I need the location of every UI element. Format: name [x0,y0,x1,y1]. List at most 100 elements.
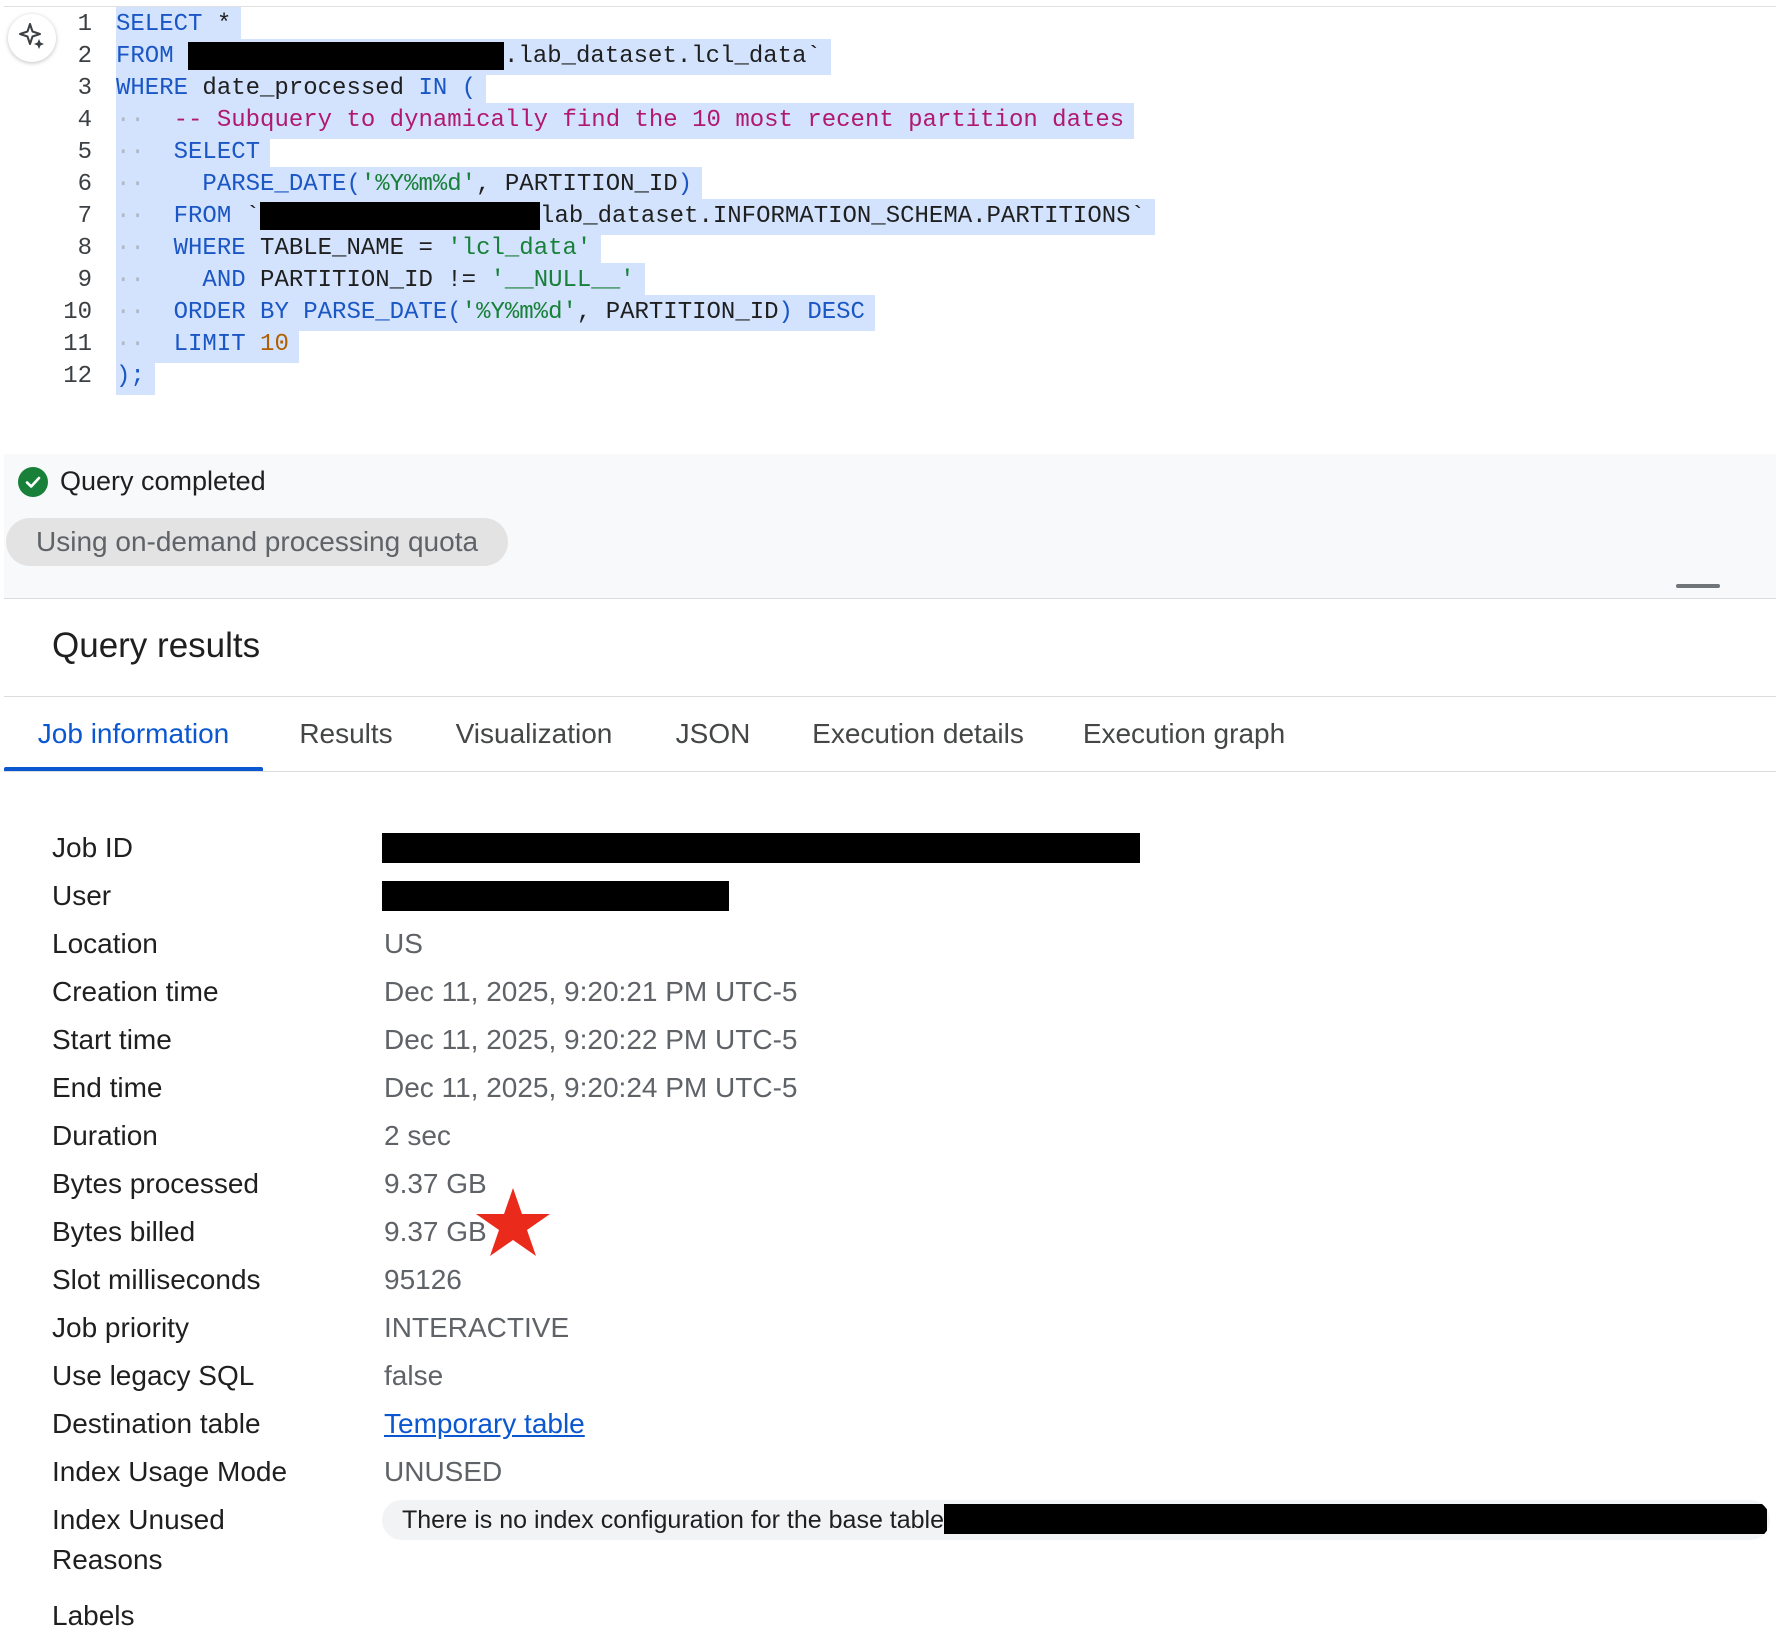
sql-keyword: SELECT [173,139,261,166]
query-status-text: Query completed [60,466,266,496]
redacted-user [382,881,729,911]
query-status-area: Query completed Using on-demand processi… [4,454,1776,598]
resize-handle[interactable] [1676,584,1720,588]
end-time-label: End time [52,1072,163,1103]
end-time-value: Dec 11, 2025, 9:20:24 PM UTC-5 [384,1072,798,1103]
labels-label: Labels [52,1600,135,1631]
code-line-8[interactable]: ·· WHERE TABLE_NAME = 'lcl_data' [116,231,602,267]
job-priority-value: INTERACTIVE [384,1312,570,1343]
code-text: , PARTITION_ID [576,299,779,326]
creation-time-value: Dec 11, 2025, 9:20:21 PM UTC-5 [384,976,798,1007]
line-number: 2 [77,43,92,70]
code-text: lab_dataset.INFORMATION_SCHEMA.PARTITION… [540,203,1145,230]
quota-chip: Using on-demand processing quota [6,518,509,566]
code-text: .lab_dataset.lcl_data` [504,43,821,70]
sql-editor[interactable]: 1 2 3 4 5 6 7 8 9 10 11 12 SELECT * FROM… [4,6,1776,454]
redacted-project-id [260,201,541,230]
code-text: PARTITION_ID != [245,267,491,294]
tab-results[interactable]: Results [263,697,429,771]
index-unused-reason-chip: There is no index configuration for the … [382,1500,1770,1540]
legacy-sql-value: false [384,1360,444,1391]
location-value: US [384,928,423,959]
sql-keyword: ORDER BY PARSE_DATE( [173,299,462,326]
index-unused-reason-text: There is no index configuration for the … [402,1506,945,1534]
code-text: date_processed [188,75,419,102]
tab-execution-details[interactable]: Execution details [787,697,1049,771]
redacted-job-id [382,833,1140,863]
duration-label: Duration [52,1120,158,1151]
editor-gutter: 1 2 3 4 5 6 7 8 9 10 11 12 [4,7,114,455]
results-tabs: Job information Results Visualization JS… [4,697,1776,771]
code-text: * [202,11,232,38]
start-time-label: Start time [52,1024,172,1055]
tab-job-information[interactable]: Job information [4,697,263,771]
line-number: 11 [63,331,92,358]
code-line-9[interactable]: ·· AND PARTITION_ID != '__NULL__' [116,263,645,299]
bytes-processed-value: 9.37 GB [384,1168,487,1199]
sql-paren: ); [116,359,155,395]
sql-comment: -- Subquery to dynamically find the 10 m… [173,107,1125,134]
bytes-billed-label: Bytes billed [52,1216,196,1247]
tab-visualization[interactable]: Visualization [429,697,639,771]
divider [4,771,1776,772]
line-number: 10 [63,299,92,326]
job-id-label: Job ID [52,832,133,863]
index-mode-label: Index Usage Mode [52,1456,288,1487]
temporary-table-link[interactable]: Temporary table [384,1408,585,1439]
user-label: User [52,880,112,911]
code-line-6[interactable]: ·· PARSE_DATE('%Y%m%d', PARTITION_ID) [116,167,703,203]
code-text: TABLE_NAME = [245,235,448,262]
sql-function: PARSE_DATE( [202,171,361,198]
code-line-3[interactable]: WHERE date_processed IN ( [116,71,487,107]
sql-keyword: FROM [173,203,232,230]
slot-ms-label: Slot milliseconds [52,1264,261,1295]
sql-string: 'lcl_data' [447,235,592,262]
destination-label: Destination table [52,1408,261,1439]
location-label: Location [52,928,158,959]
code-line-2[interactable]: FROM .lab_dataset.lcl_data` [116,39,831,75]
code-line-7[interactable]: ·· FROM ` lab_dataset.INFORMATION_SCHEMA.… [116,199,1155,235]
line-number: 5 [77,139,92,166]
code-line-1[interactable]: SELECT * [116,7,242,43]
index-unused-label-line-1: Index Unused [52,1504,225,1535]
tab-execution-graph[interactable]: Execution graph [1049,697,1319,771]
code-line-5[interactable]: ·· SELECT [116,135,271,171]
results-title: Query results [52,626,261,665]
destination-value: Temporary table [384,1404,585,1444]
bigquery-query-page: 1 2 3 4 5 6 7 8 9 10 11 12 SELECT * FROM… [4,0,1776,1650]
sql-keyword: AND [202,267,246,294]
sql-number: 10 [260,331,289,358]
line-number: 8 [77,235,92,262]
job-priority-label: Job priority [52,1312,189,1343]
sql-keyword: FROM [116,43,174,70]
start-time-value: Dec 11, 2025, 9:20:22 PM UTC-5 [384,1024,798,1055]
sql-keyword: SELECT [116,11,203,38]
creation-time-label: Creation time [52,976,219,1007]
red-star-icon [474,1186,552,1263]
sql-keyword: IN ( [418,75,477,102]
code-line-12[interactable]: ); [116,359,155,395]
sql-string: '__NULL__' [490,267,635,294]
tab-json[interactable]: JSON [639,697,787,771]
redacted-project-id [188,41,505,70]
code-text: , PARTITION_ID [476,171,678,198]
duration-value: 2 sec [384,1120,451,1151]
legacy-sql-label: Use legacy SQL [52,1360,255,1391]
line-number: 6 [77,171,92,198]
index-unused-label-line-2: Reasons [52,1544,163,1575]
line-number: 4 [77,107,92,134]
code-line-10[interactable]: ·· ORDER BY PARSE_DATE('%Y%m%d', PARTITI… [116,295,875,331]
code-line-4[interactable]: ·· -- Subquery to dynamically find the 1… [116,103,1135,139]
sql-keyword: LIMIT [173,331,246,358]
sql-keyword: WHERE [116,75,189,102]
redacted-table-name [944,1504,1768,1535]
line-number: 3 [77,75,92,102]
slot-ms-value: 95126 [384,1264,462,1295]
check-circle-icon [18,466,48,497]
sql-keyword: WHERE [173,235,246,262]
line-number: 12 [63,363,92,390]
sql-paren: ) [677,171,693,198]
sql-string: '%Y%m%d' [360,171,477,198]
code-line-11[interactable]: ·· LIMIT 10 [116,327,299,363]
divider [4,598,1776,599]
